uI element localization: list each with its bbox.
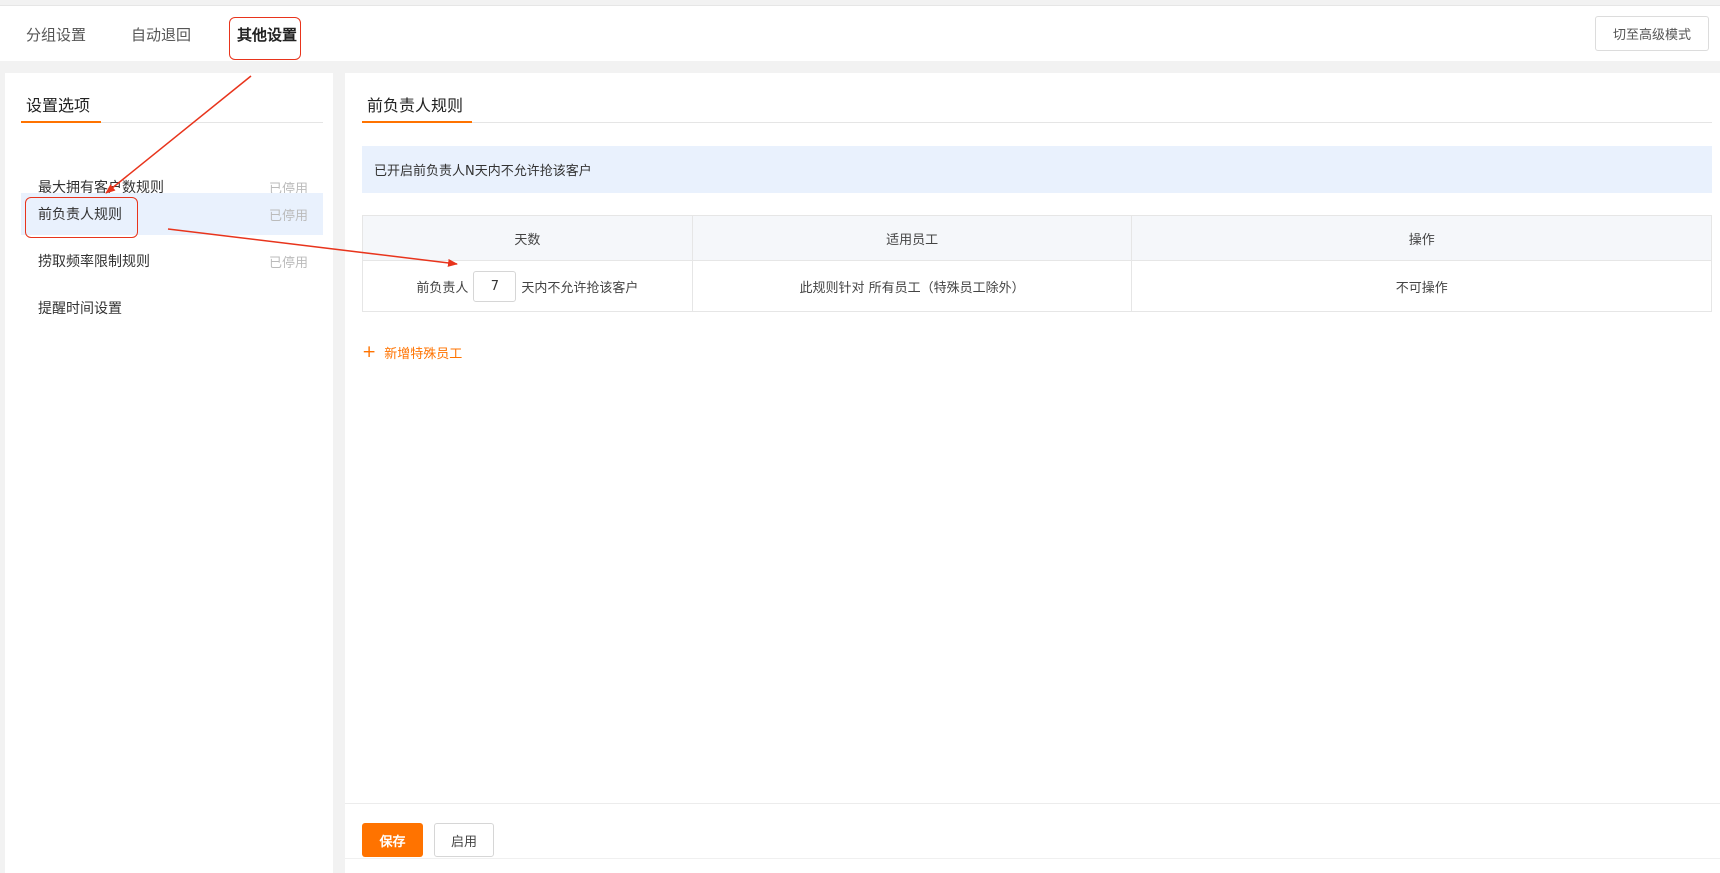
enable-button[interactable]: 启用	[434, 823, 494, 857]
footer-action-bar: 保存 启用	[345, 803, 1720, 858]
column-header-days: 天数	[362, 215, 693, 261]
tab-other-settings[interactable]: 其他设置	[237, 24, 297, 45]
sidebar-item-previous-owner-rule[interactable]: 前负责人规则 已停用	[21, 193, 323, 235]
divider	[362, 122, 1712, 123]
switch-advanced-mode-button[interactable]: 切至高级模式	[1595, 16, 1709, 51]
settings-options-panel: 设置选项 最大拥有客户数规则 已停用 前负责人规则 已停用 捞取频率限制规则 已…	[5, 73, 333, 873]
rule-detail-panel: 前负责人规则 已开启前负责人N天内不允许抢该客户 天数 适用员工 操作 前负责人	[345, 73, 1720, 803]
days-input[interactable]	[473, 270, 517, 302]
settings-panel-title: 设置选项	[26, 96, 91, 115]
plus-icon: +	[362, 342, 377, 362]
table-header-row: 天数 适用员工 操作	[362, 215, 1712, 261]
title-underline	[21, 121, 101, 123]
table-row: 前负责人 天内不允许抢该客户 此规则针对 所有员工（特殊员工除外） 不可操作	[362, 260, 1712, 312]
tab-auto-return[interactable]: 自动退回	[131, 24, 191, 45]
tab-group-settings[interactable]: 分组设置	[26, 24, 86, 45]
status-badge: 已停用	[268, 255, 308, 271]
rule-table: 天数 适用员工 操作 前负责人 天内不允许抢该客户 此规则针对 所有员工（特殊员…	[362, 215, 1712, 312]
sidebar-item-label: 前负责人规则	[38, 207, 122, 223]
add-special-employee-label: 新增特殊员工	[384, 347, 463, 362]
column-header-applicable-staff: 适用员工	[691, 215, 1133, 261]
status-badge: 已停用	[268, 208, 308, 224]
page-title: 前负责人规则	[367, 96, 464, 115]
sidebar-item-fetch-frequency-rule[interactable]: 捞取频率限制规则 已停用	[21, 240, 323, 282]
add-special-employee-link[interactable]: + 新增特殊员工	[362, 342, 463, 363]
sidebar-item-label: 提醒时间设置	[38, 301, 122, 317]
applicable-staff-cell: 此规则针对 所有员工（特殊员工除外）	[691, 260, 1133, 312]
title-underline	[362, 121, 472, 123]
rule-info-text: 已开启前负责人N天内不允许抢该客户	[374, 164, 592, 179]
days-cell: 前负责人 天内不允许抢该客户	[362, 260, 693, 312]
days-prefix: 前负责人	[416, 280, 469, 296]
footer-base	[345, 858, 1720, 873]
top-tab-bar: 分组设置 自动退回 其他设置 切至高级模式	[0, 5, 1720, 61]
sidebar-item-label: 捞取频率限制规则	[38, 254, 150, 270]
column-header-operation: 操作	[1131, 215, 1712, 261]
days-suffix: 天内不允许抢该客户	[521, 280, 639, 296]
operation-cell: 不可操作	[1131, 260, 1712, 312]
save-button[interactable]: 保存	[362, 823, 423, 857]
sidebar-item-reminder-time-settings[interactable]: 提醒时间设置	[21, 287, 323, 329]
rule-info-banner: 已开启前负责人N天内不允许抢该客户	[362, 146, 1712, 193]
